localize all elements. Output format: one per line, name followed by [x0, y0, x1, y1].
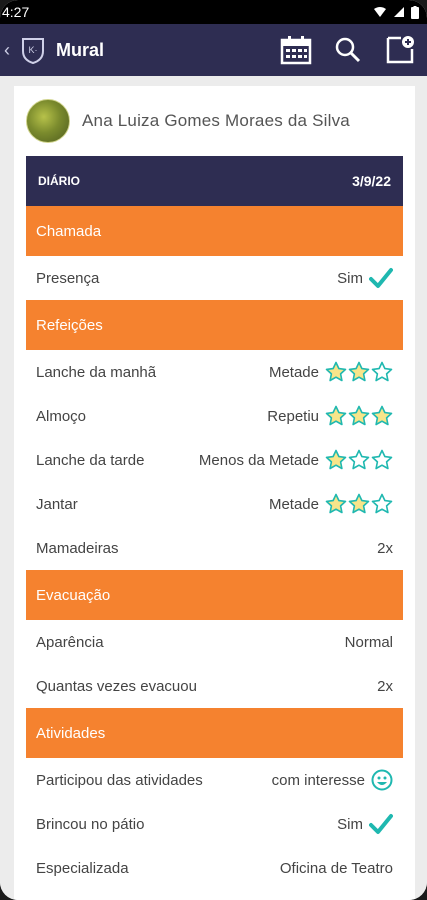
signal-icon	[394, 7, 404, 17]
row-presenca: Presença Sim	[26, 256, 403, 300]
row-value: Menos da Metade	[198, 451, 319, 469]
diary-date: 3/9/22	[352, 173, 391, 189]
row-label: Participou das atividades	[36, 771, 203, 789]
svg-text:K·: K·	[29, 45, 38, 55]
diary-label: DIÁRIO	[38, 174, 80, 188]
row-quantas-vezes: Quantas vezes evacuou 2x	[26, 664, 403, 708]
back-chevron-icon[interactable]: ‹	[4, 40, 18, 61]
row-label: Lanche da tarde	[36, 451, 145, 469]
star-filled-icon	[371, 405, 393, 426]
row-label: Lanche da manhã	[36, 363, 157, 381]
row-participou: Participou das atividades com interesse	[26, 758, 403, 802]
check-icon	[369, 268, 393, 288]
diary-card: Ana Luiza Gomes Moraes da Silva DIÁRIO 3…	[14, 86, 415, 900]
star-filled-icon	[348, 493, 370, 514]
star-filled-icon	[348, 405, 370, 426]
row-brincou: Brincou no pátio Sim	[26, 802, 403, 846]
star-empty-icon	[371, 449, 393, 470]
star-empty-icon	[348, 449, 370, 470]
row-label: Almoço	[36, 407, 87, 425]
row-especializada: Especializada Oficina de Teatro	[26, 846, 403, 890]
row-label: Jantar	[36, 495, 78, 513]
school-logo-icon[interactable]: K·	[20, 36, 46, 64]
row-mamadeiras: Mamadeiras 2x	[26, 526, 403, 570]
calendar-icon[interactable]	[279, 33, 313, 67]
status-time: 4:27	[2, 4, 30, 20]
row-label: Quantas vezes evacuou	[36, 677, 197, 695]
page-title: Mural	[56, 39, 105, 60]
check-icon	[369, 814, 393, 834]
row-aparencia: Aparência Normal	[26, 620, 403, 664]
row-label: Presença	[36, 269, 100, 287]
section-atividades: Atividades	[26, 708, 403, 758]
star-filled-icon	[348, 361, 370, 382]
row-value: Oficina de Teatro	[279, 859, 393, 877]
row-value: Metade	[268, 363, 319, 381]
row-value: Sim	[337, 815, 363, 833]
star-filled-icon	[325, 493, 347, 514]
status-icons	[373, 5, 419, 19]
battery-icon	[411, 5, 419, 19]
app-bar: ‹ K· Mural	[0, 24, 427, 76]
section-evacuacao: Evacuação	[26, 570, 403, 620]
row-value: 2x	[377, 539, 393, 557]
row-label: Mamadeiras	[36, 539, 119, 557]
new-post-icon[interactable]	[383, 33, 417, 67]
section-chamada: Chamada	[26, 206, 403, 256]
row-value: Repetiu	[267, 407, 319, 425]
content-area: Ana Luiza Gomes Moraes da Silva DIÁRIO 3…	[0, 76, 427, 900]
star-rating	[325, 405, 393, 427]
row-jantar: Jantar Metade	[26, 482, 403, 526]
row-label: Brincou no pátio	[36, 815, 145, 833]
diary-header: DIÁRIO 3/9/22	[26, 156, 403, 206]
row-label: Aparência	[36, 633, 104, 651]
search-icon[interactable]	[331, 33, 365, 67]
row-value: Sim	[337, 269, 363, 287]
star-filled-icon	[325, 405, 347, 426]
star-filled-icon	[325, 361, 347, 382]
star-rating	[325, 493, 393, 515]
phone-screen: 4:27 ‹ K· Mural Ana Luiza Gomes Moraes d…	[0, 0, 427, 900]
star-filled-icon	[325, 449, 347, 470]
status-bar: 4:27	[0, 0, 427, 24]
row-value: com interesse	[271, 771, 365, 789]
row-lanche-tarde: Lanche da tarde Menos da Metade	[26, 438, 403, 482]
row-value: Metade	[268, 495, 319, 513]
star-empty-icon	[371, 493, 393, 514]
profile-header[interactable]: Ana Luiza Gomes Moraes da Silva	[14, 86, 415, 156]
section-refeicoes: Refeições	[26, 300, 403, 350]
wifi-icon	[374, 7, 386, 17]
avatar	[26, 99, 70, 143]
star-rating	[325, 361, 393, 383]
row-lanche-manha: Lanche da manhã Metade	[26, 350, 403, 394]
row-almoco: Almoço Repetiu	[26, 394, 403, 438]
row-value: 2x	[377, 677, 393, 695]
row-label: Especializada	[36, 859, 129, 877]
student-name: Ana Luiza Gomes Moraes da Silva	[82, 111, 350, 130]
row-value: Normal	[344, 633, 393, 651]
star-rating	[325, 449, 393, 471]
star-empty-icon	[371, 361, 393, 382]
smiley-icon	[371, 769, 393, 791]
